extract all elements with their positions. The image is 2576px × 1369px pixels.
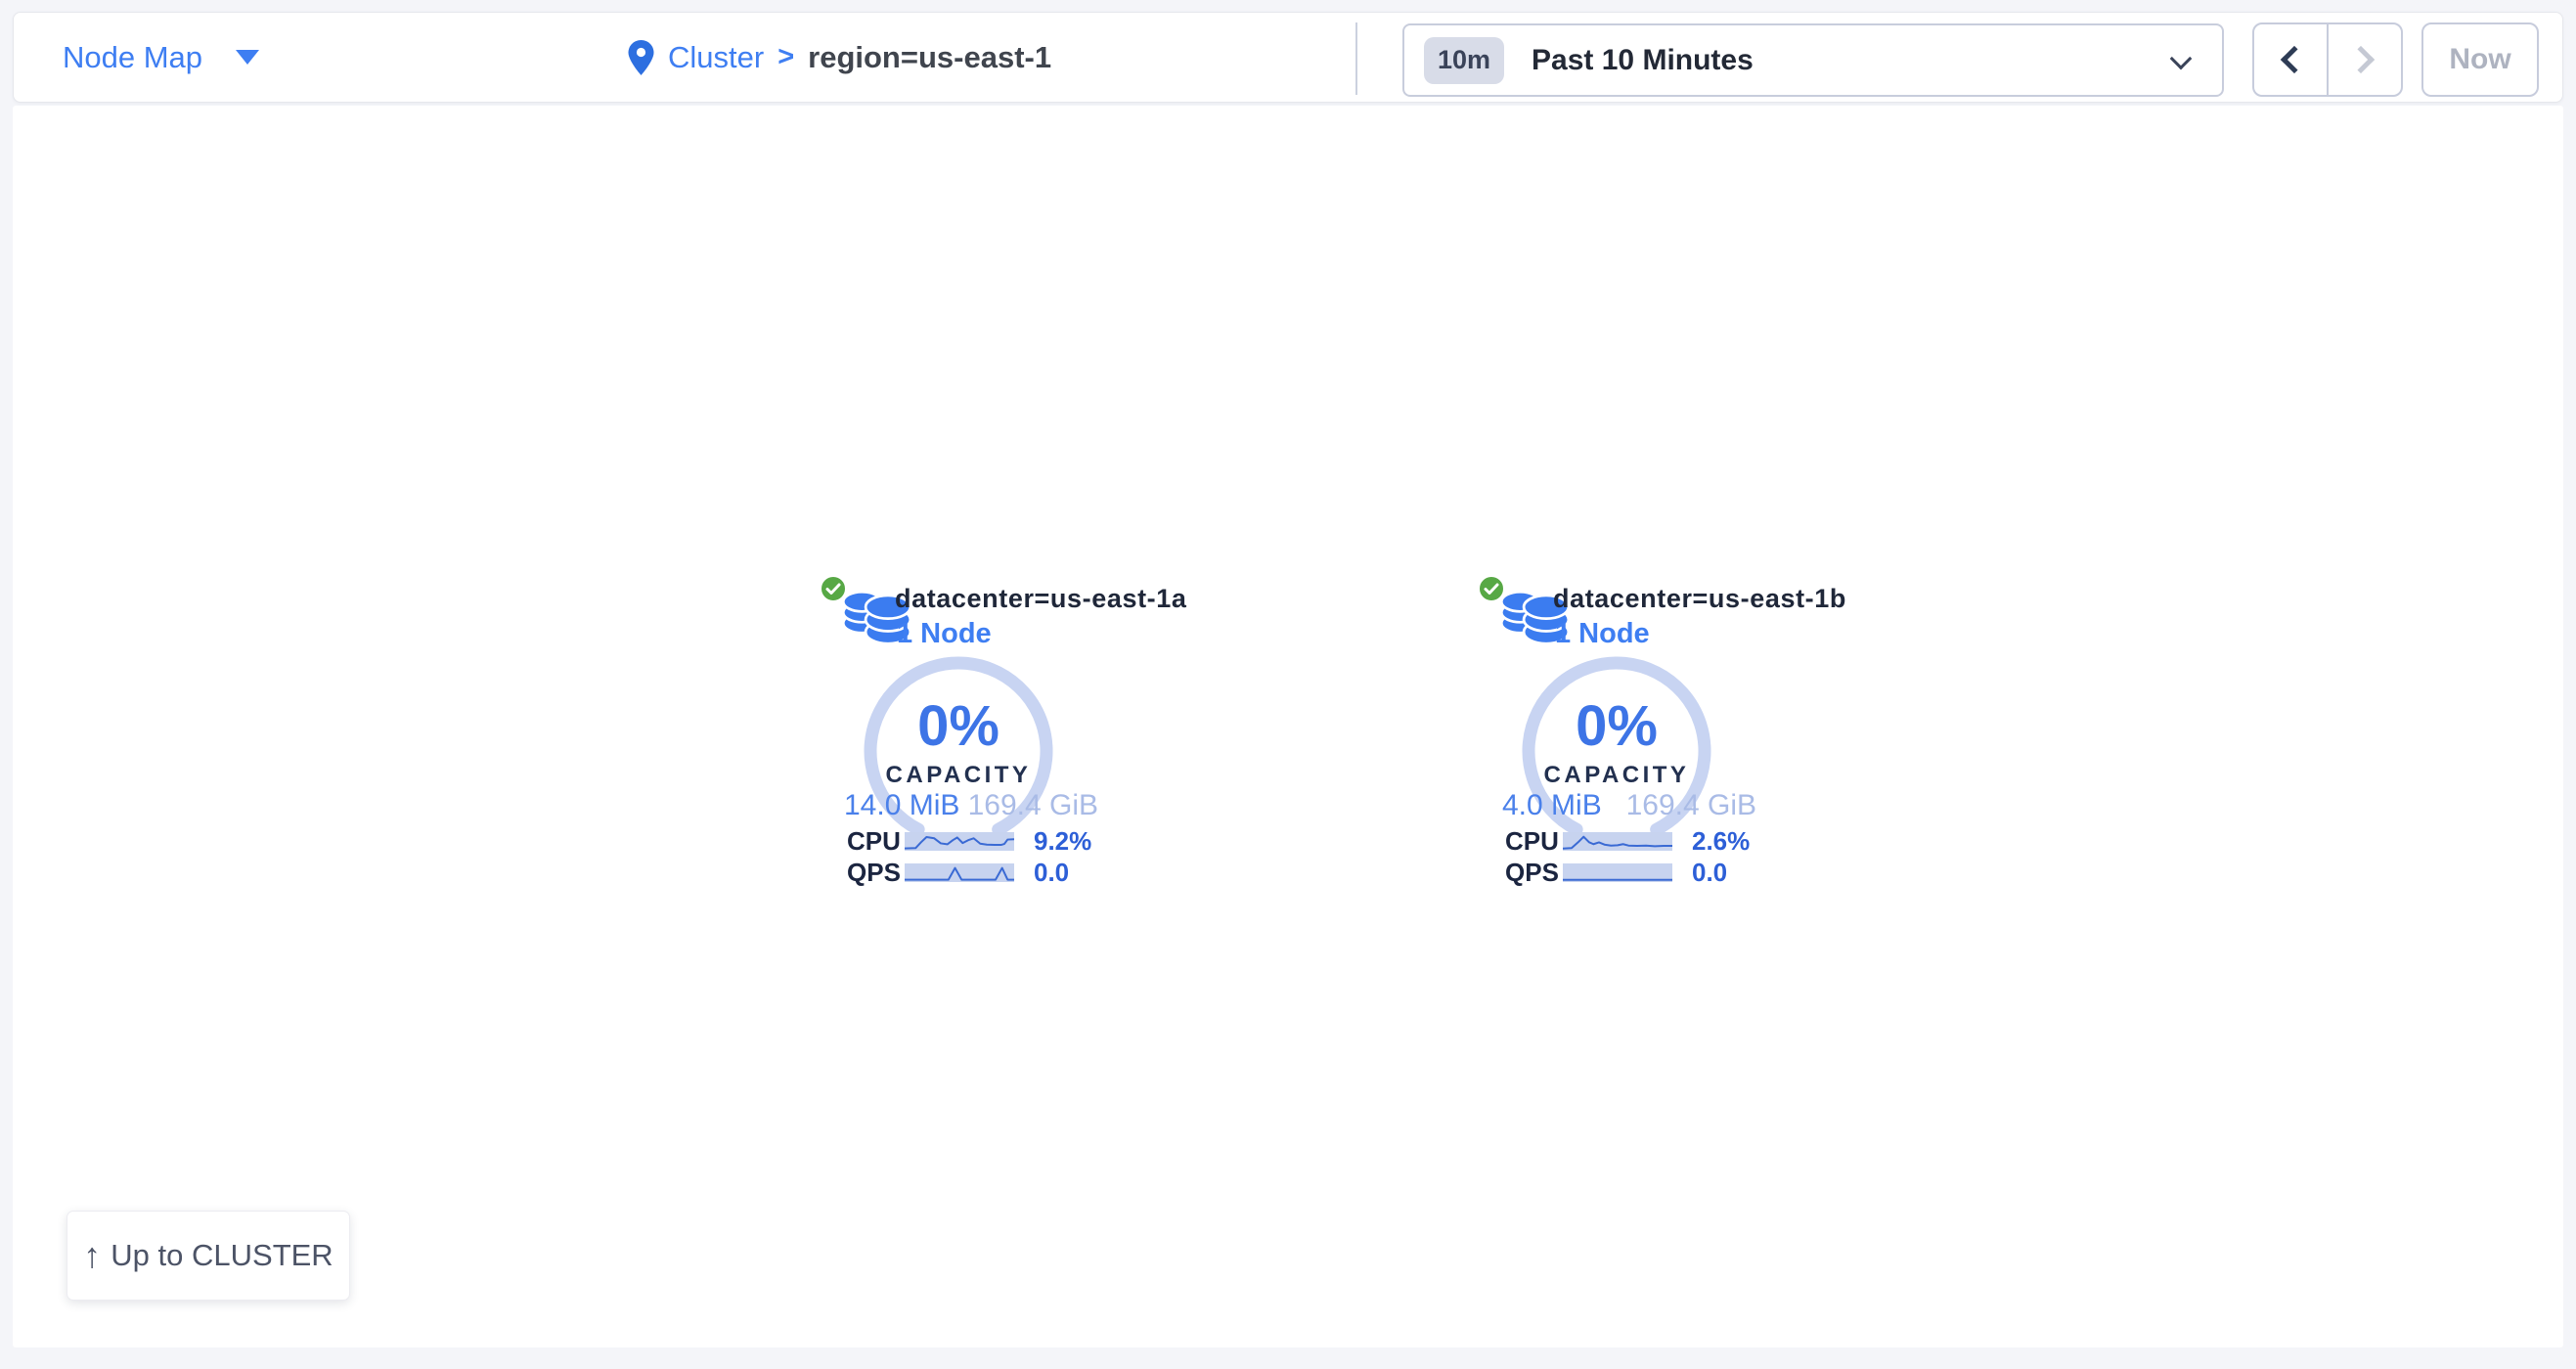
chevron-left-icon	[2281, 46, 2308, 73]
locality-card-us-east-1b[interactable]: datacenter=us-east-1b 1 Node 0% CAPACITY…	[1478, 575, 1815, 907]
chevron-down-icon	[2170, 48, 2193, 70]
time-step-back-button[interactable]	[2252, 22, 2329, 97]
cpu-label: CPU	[1505, 826, 1563, 857]
cpu-sparkline	[905, 832, 1014, 851]
cpu-metric-row: CPU 2.6%	[1505, 830, 1750, 852]
arrow-up-icon: ↑	[83, 1238, 101, 1273]
capacity-used: 14.0 MiB	[844, 789, 959, 822]
capacity-used: 4.0 MiB	[1502, 789, 1602, 822]
qps-sparkline	[1563, 863, 1672, 882]
qps-label: QPS	[1505, 858, 1563, 888]
breadcrumb-separator: >	[777, 41, 794, 73]
cpu-value: 2.6%	[1692, 826, 1750, 857]
cpu-metric-row: CPU 9.2%	[847, 830, 1091, 852]
capacity-label: CAPACITY	[1522, 762, 1711, 789]
header-divider	[1355, 22, 1357, 95]
cpu-label: CPU	[847, 826, 905, 857]
top-bar: Node Map Cluster > region=us-east-1 10m …	[13, 12, 2563, 103]
time-range-badge: 10m	[1424, 37, 1504, 84]
view-selector-dropdown[interactable]: Node Map	[63, 13, 259, 102]
capacity-usage-row: 14.0 MiB 169.4 GiB	[844, 789, 1098, 822]
locality-card-us-east-1a[interactable]: datacenter=us-east-1a 1 Node 0% CAPACITY…	[820, 575, 1157, 907]
time-step-forward-button[interactable]	[2327, 22, 2403, 97]
breadcrumb: Cluster > region=us-east-1	[628, 13, 1051, 102]
up-to-cluster-label: Up to CLUSTER	[111, 1238, 333, 1273]
locality-title: datacenter=us-east-1a	[895, 584, 1187, 614]
up-to-cluster-button[interactable]: ↑ Up to CLUSTER	[67, 1211, 350, 1301]
now-button[interactable]: Now	[2421, 22, 2539, 97]
breadcrumb-current: region=us-east-1	[808, 40, 1051, 75]
cpu-value: 9.2%	[1034, 826, 1091, 857]
node-map-canvas: datacenter=us-east-1a 1 Node 0% CAPACITY…	[13, 106, 2563, 1347]
time-range-dropdown[interactable]: 10m Past 10 Minutes	[1402, 23, 2224, 97]
location-pin-icon	[628, 40, 654, 75]
qps-value: 0.0	[1692, 858, 1727, 888]
qps-label: QPS	[847, 858, 905, 888]
qps-metric-row: QPS 0.0	[847, 861, 1069, 883]
qps-value: 0.0	[1034, 858, 1069, 888]
capacity-percent: 0%	[1522, 693, 1711, 759]
caret-down-icon	[236, 50, 259, 65]
capacity-usage-row: 4.0 MiB 169.4 GiB	[1502, 789, 1756, 822]
breadcrumb-cluster-link[interactable]: Cluster	[668, 40, 764, 75]
qps-metric-row: QPS 0.0	[1505, 861, 1727, 883]
capacity-label: CAPACITY	[864, 762, 1053, 789]
capacity-total: 169.4 GiB	[968, 789, 1098, 822]
time-step-group	[2252, 22, 2403, 97]
chevron-right-icon	[2347, 46, 2375, 73]
capacity-total: 169.4 GiB	[1626, 789, 1756, 822]
view-selector-label: Node Map	[63, 40, 202, 75]
node-map-page: Node Map Cluster > region=us-east-1 10m …	[0, 0, 2576, 1369]
locality-node-count: 1 Node	[1555, 618, 1650, 650]
time-range-label: Past 10 Minutes	[1532, 44, 1754, 77]
capacity-percent: 0%	[864, 693, 1053, 759]
cpu-sparkline	[1563, 832, 1672, 851]
locality-title: datacenter=us-east-1b	[1553, 584, 1846, 614]
qps-sparkline	[905, 863, 1014, 882]
locality-node-count: 1 Node	[897, 618, 992, 650]
